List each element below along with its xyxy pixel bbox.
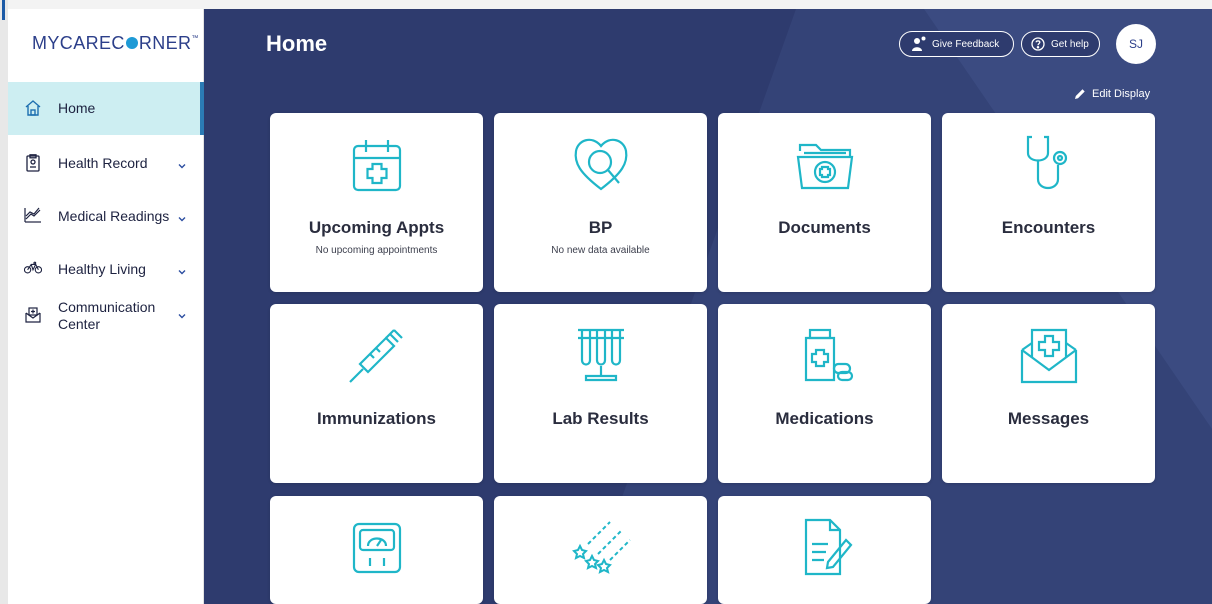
tile-goals[interactable] bbox=[494, 496, 707, 604]
chevron-down-icon bbox=[176, 309, 188, 321]
tile-title: BP bbox=[588, 218, 613, 237]
tile-encounters[interactable]: Encounters bbox=[942, 113, 1155, 292]
chevron-down-icon bbox=[176, 265, 188, 277]
weight-scale-icon bbox=[270, 516, 483, 578]
document-pencil-icon bbox=[718, 516, 931, 578]
tile-subtitle: No upcoming appointments bbox=[315, 245, 438, 256]
tile-documents[interactable]: Documents bbox=[718, 113, 931, 292]
tile-title: Documents bbox=[778, 218, 871, 237]
folder-medical-icon bbox=[718, 133, 931, 195]
sidebar-item-home[interactable]: Home bbox=[8, 82, 204, 135]
tile-title: Lab Results bbox=[552, 409, 649, 428]
question-circle-icon bbox=[1030, 36, 1046, 52]
chevron-down-icon bbox=[176, 159, 188, 171]
shooting-stars-icon bbox=[494, 516, 707, 578]
tile-title: Encounters bbox=[1001, 218, 1096, 237]
stethoscope-icon bbox=[942, 133, 1155, 195]
sidebar-item-label: Health Record bbox=[58, 155, 148, 171]
tile-title: Immunizations bbox=[316, 409, 436, 428]
edit-display-label: Edit Display bbox=[1092, 88, 1151, 100]
user-avatar[interactable]: SJ bbox=[1116, 24, 1156, 64]
tile-subtitle: No new data available bbox=[551, 245, 650, 256]
clipboard-icon bbox=[24, 154, 42, 172]
bicycle-icon bbox=[24, 259, 42, 277]
pill-bottle-icon bbox=[718, 324, 931, 386]
syringe-icon bbox=[270, 324, 483, 386]
page-title: Home bbox=[266, 31, 328, 56]
medical-envelope-icon bbox=[942, 324, 1155, 386]
pencil-icon bbox=[1074, 88, 1086, 100]
sidebar-item-communication-center[interactable]: Communication Center bbox=[8, 294, 204, 354]
chevron-down-icon bbox=[176, 212, 188, 224]
window-frame-left bbox=[0, 0, 8, 604]
give-feedback-label: Give Feedback bbox=[932, 38, 1000, 50]
logo-text-end: RNER bbox=[138, 33, 192, 53]
tile-title: Upcoming Appts bbox=[308, 218, 445, 237]
logo-text-start: MYCAREC bbox=[32, 33, 125, 53]
main-content: Home Give Feedback Get help SJ Edit Disp… bbox=[204, 9, 1212, 604]
logo-trademark: ™ bbox=[191, 35, 199, 42]
feedback-icon bbox=[911, 36, 927, 52]
tile-title: Messages bbox=[1007, 409, 1090, 428]
sidebar-item-medical-readings[interactable]: Medical Readings bbox=[8, 188, 204, 241]
sidebar-item-label: Communication Center bbox=[58, 299, 156, 332]
window-frame-top bbox=[0, 0, 1212, 9]
tile-messages[interactable]: Messages bbox=[942, 304, 1155, 483]
tile-medications[interactable]: Medications bbox=[718, 304, 931, 483]
logo-dot-icon bbox=[125, 37, 138, 49]
window-frame-accent bbox=[2, 0, 5, 20]
home-icon bbox=[24, 99, 42, 117]
tile-lab-results[interactable]: Lab Results bbox=[494, 304, 707, 483]
heart-magnifier-icon bbox=[494, 133, 707, 195]
chart-trend-icon bbox=[24, 206, 42, 224]
sidebar-item-label: Medical Readings bbox=[58, 208, 170, 224]
envelope-medical-icon bbox=[24, 306, 42, 324]
get-help-label: Get help bbox=[1051, 38, 1089, 50]
edit-display-button[interactable]: Edit Display bbox=[1074, 88, 1150, 100]
tile-title: Medications bbox=[775, 409, 874, 428]
sidebar-item-health-record[interactable]: Health Record bbox=[8, 135, 204, 188]
sidebar-nav: Home Health Record Medical Readings Heal… bbox=[8, 82, 204, 354]
tile-care-plan[interactable] bbox=[718, 496, 931, 604]
calendar-plus-icon bbox=[270, 133, 483, 195]
tile-bp[interactable]: BP No new data available bbox=[494, 113, 707, 292]
get-help-button[interactable]: Get help bbox=[1021, 31, 1100, 57]
sidebar-item-label: Healthy Living bbox=[58, 261, 146, 277]
tile-immunizations[interactable]: Immunizations bbox=[270, 304, 483, 483]
sidebar-item-healthy-living[interactable]: Healthy Living bbox=[8, 241, 204, 294]
app-logo[interactable]: MYCAREC RNER™ bbox=[32, 33, 199, 54]
sidebar-item-label: Home bbox=[58, 100, 96, 116]
give-feedback-button[interactable]: Give Feedback bbox=[899, 31, 1014, 57]
sidebar: MYCAREC RNER™ Home Health Record Medical … bbox=[8, 9, 204, 604]
tile-upcoming-appts[interactable]: Upcoming Appts No upcoming appointments bbox=[270, 113, 483, 292]
tile-weight[interactable] bbox=[270, 496, 483, 604]
test-tubes-icon bbox=[494, 324, 707, 386]
